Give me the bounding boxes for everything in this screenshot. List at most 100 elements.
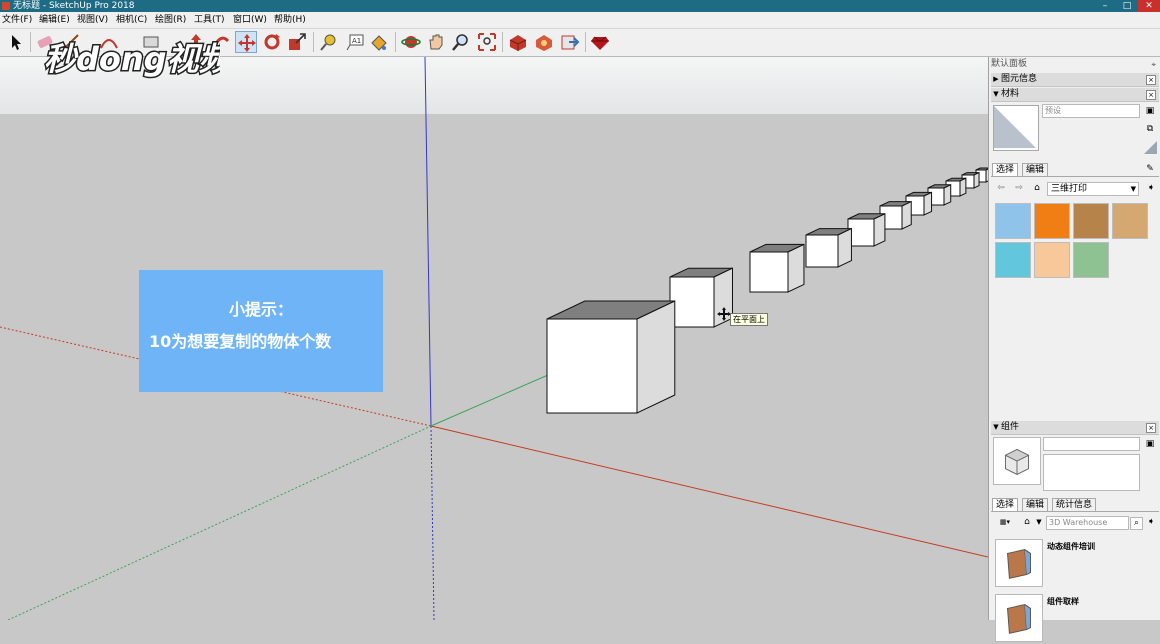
scale-icon[interactable] <box>286 31 308 53</box>
close-button[interactable]: ✕ <box>1138 0 1160 12</box>
chevron-down-icon: ▼ <box>1130 185 1136 193</box>
box-front[interactable] <box>749 251 789 293</box>
box-front[interactable] <box>805 234 839 268</box>
details-arrow-icon[interactable]: ➧ <box>1145 182 1157 194</box>
svg-text:A1: A1 <box>352 37 361 45</box>
details-arrow-icon[interactable]: ➧ <box>1145 516 1157 528</box>
box-side[interactable] <box>973 171 980 189</box>
hint-body: 10为想要复制的物体个数 <box>149 332 332 351</box>
pin-icon[interactable]: ⌖ <box>1151 58 1156 71</box>
text-icon[interactable]: A1 <box>344 31 366 53</box>
box-side[interactable] <box>923 191 933 216</box>
pan-icon[interactable] <box>425 31 447 53</box>
sample-paint-icon[interactable]: ✎ <box>1144 163 1156 175</box>
hint-title: 小提示： <box>228 300 293 319</box>
material-preview <box>993 105 1039 151</box>
component-item-title[interactable]: 动态组件培训 <box>1047 541 1095 552</box>
minimize-button[interactable]: – <box>1094 0 1116 12</box>
ruby-icon[interactable] <box>589 31 611 53</box>
miaodong-video-logo: 秒dong视频 <box>40 34 239 82</box>
back-arrow-icon[interactable]: ⇦ <box>995 182 1007 194</box>
box-side[interactable] <box>636 300 676 414</box>
move-icon[interactable] <box>235 31 257 53</box>
send-to-layout-icon[interactable] <box>559 31 581 53</box>
tab-edit[interactable]: 编辑 <box>1022 163 1049 176</box>
collapse-triangle-icon: ▼ <box>993 90 999 98</box>
component-preview <box>993 437 1041 485</box>
menu-draw[interactable]: 绘图(R) <box>155 12 186 28</box>
default-material-icon[interactable] <box>1144 141 1157 154</box>
materials-header[interactable]: ▼ 材料 × <box>991 88 1159 102</box>
material-swatch[interactable] <box>1073 203 1109 239</box>
component-thumbnail[interactable] <box>995 539 1043 587</box>
3d-warehouse-icon[interactable] <box>507 31 529 53</box>
entity-info-header[interactable]: ▶ 图元信息 × <box>991 73 1159 87</box>
menu-window[interactable]: 窗口(W) <box>233 12 267 28</box>
close-icon[interactable]: × <box>1146 75 1156 85</box>
home-icon[interactable]: ⌂ <box>1021 516 1033 528</box>
home-icon[interactable]: ⌂ <box>1031 182 1043 194</box>
zoom-icon[interactable] <box>450 31 472 53</box>
box-side[interactable] <box>943 184 952 206</box>
tab-select[interactable]: 选择 <box>992 498 1019 511</box>
maximize-button[interactable]: □ <box>1116 0 1138 12</box>
tab-select[interactable]: 选择 <box>992 163 1019 176</box>
component-name-field[interactable] <box>1043 437 1140 451</box>
box-side[interactable] <box>901 200 912 230</box>
rotate-icon[interactable] <box>261 31 283 53</box>
components-header[interactable]: ▼ 组件 × <box>991 421 1159 435</box>
menu-camera[interactable]: 相机(C) <box>116 12 147 28</box>
warehouse-search-input[interactable]: 3D Warehouse <box>1046 516 1129 530</box>
close-icon[interactable]: × <box>1146 423 1156 433</box>
component-thumbnail[interactable] <box>995 594 1043 642</box>
menu-help[interactable]: 帮助(H) <box>274 12 306 28</box>
material-name-field[interactable]: 预设 <box>1042 104 1140 118</box>
toolbar-separator <box>395 32 396 52</box>
chevron-down-icon[interactable]: ▼ <box>1033 516 1045 528</box>
box-side[interactable] <box>959 177 967 197</box>
box-side[interactable] <box>873 213 886 247</box>
extension-warehouse-icon[interactable] <box>533 31 555 53</box>
material-swatch[interactable] <box>995 203 1031 239</box>
tab-edit[interactable]: 编辑 <box>1022 498 1049 511</box>
orbit-icon[interactable] <box>400 31 422 53</box>
toolbar-separator <box>502 32 503 52</box>
material-swatch[interactable] <box>995 242 1031 278</box>
toolbar-separator <box>313 32 314 52</box>
menu-file[interactable]: 文件(F) <box>2 12 32 28</box>
zoom-extents-icon[interactable] <box>476 31 498 53</box>
title-bar: 无标题 - SketchUp Pro 2018 – □ ✕ <box>0 0 1160 12</box>
forward-arrow-icon[interactable]: ⇨ <box>1013 182 1025 194</box>
box-front[interactable] <box>546 318 638 414</box>
paint-can-icon[interactable]: ▣ <box>1144 105 1156 117</box>
component-item-title[interactable]: 组件取样 <box>1047 596 1079 607</box>
material-swatch[interactable] <box>1073 242 1109 278</box>
sketchup-app-icon <box>2 2 10 10</box>
material-swatch[interactable] <box>1034 203 1070 239</box>
box-side[interactable] <box>787 243 805 293</box>
menu-edit[interactable]: 编辑(E) <box>39 12 70 28</box>
box-front[interactable] <box>669 276 715 328</box>
library-dropdown-value: 三维打印 <box>1051 184 1088 194</box>
library-dropdown[interactable]: 三维打印 ▼ <box>1047 182 1139 196</box>
tape-measure-icon[interactable] <box>318 31 340 53</box>
material-swatch[interactable] <box>1034 242 1070 278</box>
create-material-icon[interactable]: ⧉ <box>1144 123 1156 135</box>
menu-view[interactable]: 视图(V) <box>77 12 108 28</box>
logo-text: 秒dong视频 <box>44 40 220 78</box>
move-cursor-icon <box>717 307 731 321</box>
component-options-icon[interactable]: ▣ <box>1144 438 1156 450</box>
close-icon[interactable]: × <box>1146 90 1156 100</box>
search-icon[interactable]: ⌕ <box>1130 517 1143 530</box>
select-icon[interactable] <box>4 31 26 53</box>
window-title: 无标题 - SketchUp Pro 2018 <box>13 1 135 11</box>
component-description-field[interactable] <box>1043 454 1140 491</box>
view-options-icon[interactable]: ▦▾ <box>995 516 1015 528</box>
paint-bucket-icon[interactable] <box>368 31 390 53</box>
tab-statistics[interactable]: 统计信息 <box>1052 498 1097 511</box>
toolbar-separator <box>585 32 586 52</box>
box-side[interactable] <box>837 227 852 268</box>
material-swatch[interactable] <box>1112 203 1148 239</box>
menu-tools[interactable]: 工具(T) <box>194 12 225 28</box>
collapse-triangle-icon: ▼ <box>993 423 999 431</box>
